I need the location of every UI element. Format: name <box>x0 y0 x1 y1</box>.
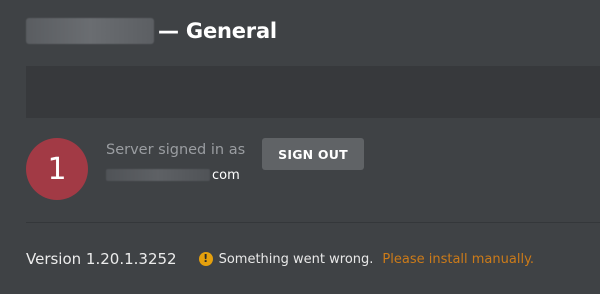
account-email: com <box>106 166 240 184</box>
page-title-suffix: — General <box>158 19 277 43</box>
redacted-email <box>106 169 210 181</box>
sign-out-button[interactable]: SIGN OUT <box>262 138 364 170</box>
install-manually-link[interactable]: Please install manually. <box>382 252 534 267</box>
version-status-row: Version 1.20.1.3252 ! Something went wro… <box>26 248 600 270</box>
warning-icon: ! <box>198 252 213 266</box>
redacted-server-name <box>26 18 154 44</box>
info-banner <box>26 66 600 118</box>
error-message: Something went wrong. <box>218 251 374 267</box>
email-suffix: com <box>212 167 240 183</box>
version-text: Version 1.20.1.3252 <box>26 250 177 268</box>
divider <box>26 222 600 223</box>
page-title: — General <box>26 14 277 48</box>
signed-in-label: Server signed in as <box>106 142 246 158</box>
avatar: 1 <box>26 138 88 200</box>
account-section: 1 Server signed in as com SIGN OUT <box>26 136 600 220</box>
